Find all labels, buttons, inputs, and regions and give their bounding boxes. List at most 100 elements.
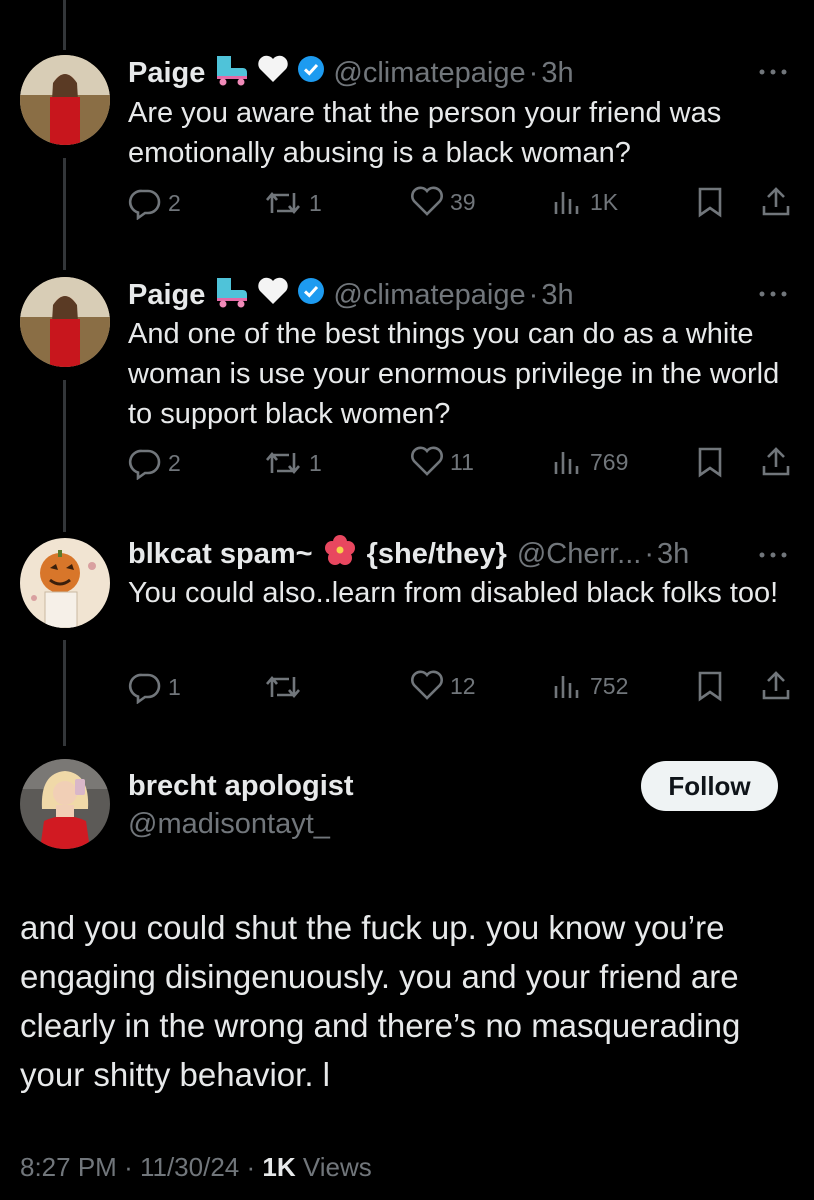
thread-line <box>63 640 66 746</box>
like-count: 39 <box>450 188 476 215</box>
tweet-time[interactable]: 8:27 PM <box>20 1152 117 1182</box>
follow-button[interactable]: Follow <box>641 761 778 811</box>
avatar-image <box>20 55 110 145</box>
share-icon <box>762 187 790 216</box>
bookmark-button[interactable] <box>696 446 724 478</box>
thread-line <box>63 380 66 532</box>
separator: · <box>528 278 539 311</box>
reply-button[interactable]: 1 <box>128 670 181 704</box>
reply-icon <box>128 673 161 704</box>
avatar[interactable] <box>20 538 110 628</box>
bookmark-button[interactable] <box>696 670 724 702</box>
author-handle[interactable]: @climatepaige <box>333 279 525 312</box>
repost-icon <box>266 451 300 475</box>
more-options-icon[interactable] <box>758 64 788 75</box>
bookmark-icon <box>698 447 722 478</box>
white-heart-icon <box>257 276 289 314</box>
view-count: 769 <box>590 448 629 475</box>
reply-button[interactable]: 2 <box>128 446 181 480</box>
views-icon <box>554 676 579 698</box>
separator: · <box>246 1152 256 1182</box>
view-count: 752 <box>590 672 629 699</box>
reply-icon <box>128 449 161 480</box>
tweet-metadata: 8:27 PM · 11/30/24 · 1K Views <box>20 1152 372 1183</box>
author-name[interactable]: Paige <box>128 279 205 312</box>
roller-skate-icon <box>211 52 251 94</box>
tweet-text: Are you aware that the person your frien… <box>128 97 722 169</box>
views-button[interactable]: 769 <box>552 446 628 478</box>
action-bar: 1 12 752 <box>128 670 794 710</box>
separator: · <box>528 56 539 89</box>
views-icon <box>554 452 579 474</box>
timestamp[interactable]: 3h <box>541 279 573 312</box>
tweet-text: And one of the best things you can do as… <box>128 318 780 430</box>
views-button[interactable]: 1K <box>552 186 618 218</box>
bookmark-button[interactable] <box>696 186 724 218</box>
avatar[interactable] <box>20 759 110 849</box>
repost-button[interactable]: 1 <box>263 446 322 480</box>
verified-badge-icon <box>297 55 325 91</box>
author-handle[interactable]: @Cherr... <box>517 538 642 571</box>
like-button[interactable]: 12 <box>410 670 476 702</box>
heart-icon <box>411 446 443 476</box>
share-icon <box>762 447 790 476</box>
like-count: 12 <box>450 672 476 699</box>
avatar-image <box>20 538 110 628</box>
author-name[interactable]: Paige <box>128 57 205 90</box>
like-count: 11 <box>450 448 474 475</box>
separator: · <box>644 537 655 570</box>
reply-icon <box>128 189 161 220</box>
repost-icon <box>266 191 300 215</box>
thread-line <box>63 0 66 50</box>
like-button[interactable]: 11 <box>410 446 474 478</box>
share-button[interactable] <box>760 446 792 478</box>
reply-button[interactable]: 2 <box>128 186 181 220</box>
action-bar: 2 1 11 769 <box>128 446 794 486</box>
like-button[interactable]: 39 <box>410 186 476 218</box>
author-name[interactable]: blkcat spam~ <box>128 538 313 571</box>
avatar-image <box>20 759 110 849</box>
repost-button[interactable] <box>263 670 309 704</box>
view-count: 1K <box>590 188 619 215</box>
tweet-header: blkcat spam~ {she/they} @Cherr... · 3h <box>128 533 689 575</box>
action-bar: 2 1 39 1K <box>128 186 794 226</box>
timestamp[interactable]: 3h <box>541 57 573 90</box>
avatar[interactable] <box>20 277 110 367</box>
tweet-header: Paige @climatepaige · 3h <box>128 52 574 94</box>
share-button[interactable] <box>760 186 792 218</box>
bookmark-icon <box>698 187 722 218</box>
share-icon <box>762 671 790 700</box>
repost-icon <box>266 675 300 699</box>
white-heart-icon <box>257 54 289 92</box>
tweet-date[interactable]: 11/30/24 <box>140 1152 239 1182</box>
reply-count: 2 <box>168 449 181 476</box>
views-button[interactable]: 752 <box>552 670 628 702</box>
bookmark-icon <box>698 671 722 702</box>
reply-count: 2 <box>168 189 181 216</box>
separator: · <box>124 1152 133 1182</box>
tweet-text: You could also..learn from disabled blac… <box>128 577 779 609</box>
roller-skate-icon <box>211 274 251 316</box>
tweet-header: Paige @climatepaige · 3h <box>128 274 574 316</box>
verified-badge-icon <box>297 277 325 313</box>
avatar-image <box>20 277 110 367</box>
more-options-icon[interactable] <box>758 547 788 558</box>
heart-icon <box>411 186 443 216</box>
repost-button[interactable]: 1 <box>263 186 322 220</box>
hibiscus-icon <box>323 533 357 575</box>
author-pronouns: {she/they} <box>366 537 507 570</box>
views-icon <box>554 192 579 214</box>
heart-icon <box>411 670 443 700</box>
reply-count: 1 <box>168 673 181 700</box>
repost-count: 1 <box>309 189 322 216</box>
views-label: Views <box>302 1152 372 1182</box>
author-handle[interactable]: @climatepaige <box>333 57 525 90</box>
more-options-icon[interactable] <box>758 286 788 297</box>
share-button[interactable] <box>760 670 792 702</box>
repost-count: 1 <box>309 449 322 476</box>
views-count: 1K <box>262 1152 296 1182</box>
timestamp[interactable]: 3h <box>657 538 689 571</box>
author-handle[interactable]: @madisontayt_ <box>128 808 330 841</box>
author-name[interactable]: brecht apologist <box>128 770 354 803</box>
avatar[interactable] <box>20 55 110 145</box>
